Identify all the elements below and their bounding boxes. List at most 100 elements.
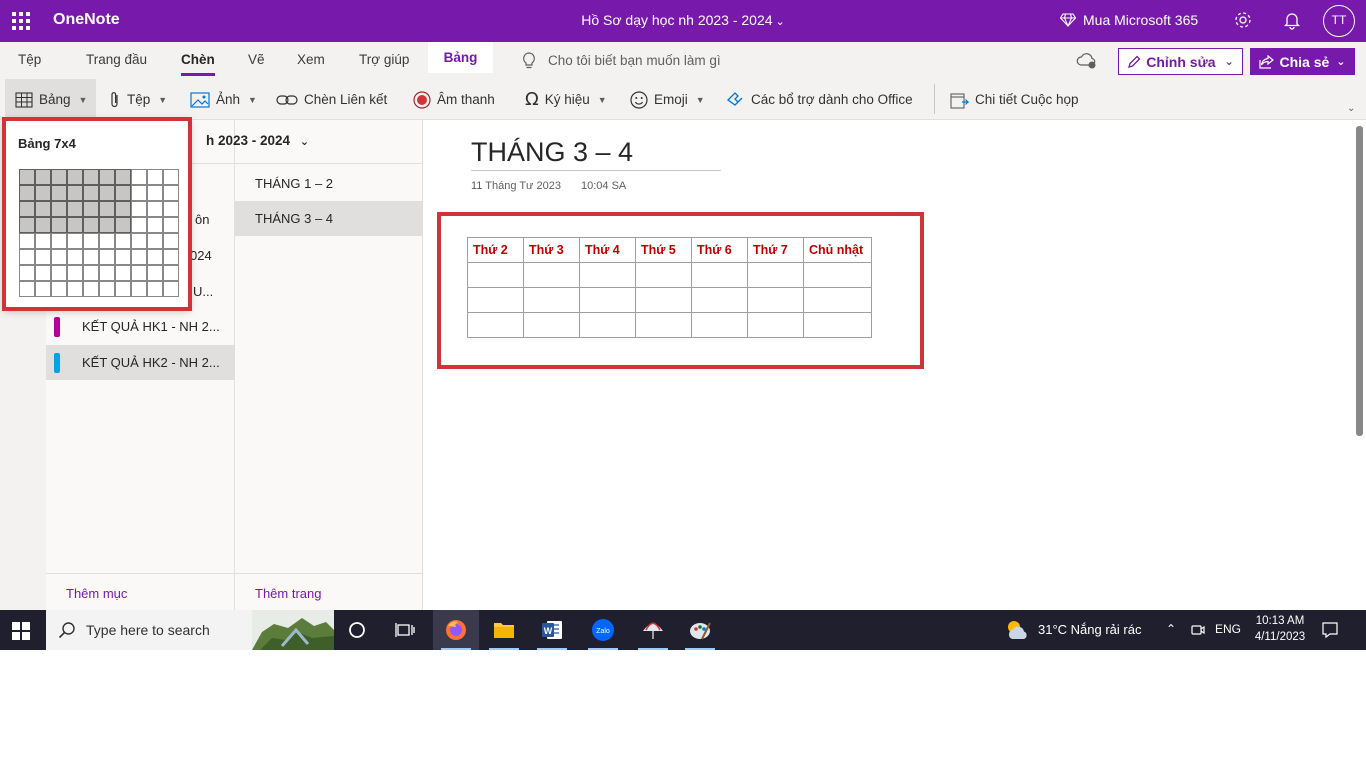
insert-table-button[interactable]: Bảng ▼ xyxy=(5,79,96,120)
document-title[interactable]: Hồ Sơ dạy học nh 2023 - 2024 xyxy=(581,12,772,28)
table-size-cell[interactable] xyxy=(130,184,147,201)
table-cell[interactable] xyxy=(467,312,524,338)
table-size-cell[interactable] xyxy=(34,248,51,265)
table-cell[interactable] xyxy=(579,287,636,313)
table-size-cell[interactable] xyxy=(18,264,35,281)
table-cell[interactable] xyxy=(691,287,748,313)
table-size-cell[interactable] xyxy=(114,216,131,233)
bell-icon[interactable] xyxy=(1282,10,1302,30)
table-header-cell[interactable]: Thứ 6 xyxy=(691,237,748,263)
table-size-cell[interactable] xyxy=(130,280,147,297)
table-size-cell[interactable] xyxy=(34,232,51,249)
share-button[interactable]: Chia sẻ ⌄ xyxy=(1250,48,1355,75)
table-size-cell[interactable] xyxy=(66,216,83,233)
tab-file[interactable]: Tệp xyxy=(18,52,41,67)
table-size-cell[interactable] xyxy=(66,232,83,249)
insert-audio-button[interactable]: Âm thanh xyxy=(413,79,495,120)
insert-file-button[interactable]: Tệp ▼ xyxy=(109,79,167,120)
table-size-cell[interactable] xyxy=(130,248,147,265)
table-header-cell[interactable]: Thứ 2 xyxy=(467,237,524,263)
add-section-link[interactable]: Thêm mục xyxy=(66,586,127,601)
collapse-ribbon-icon[interactable]: ⌄ xyxy=(1347,103,1355,114)
page-item-thang-3-4[interactable]: THÁNG 3 – 4 xyxy=(235,201,422,236)
table-size-cell[interactable] xyxy=(50,280,67,297)
table-size-cell[interactable] xyxy=(162,168,179,185)
file-explorer-icon[interactable] xyxy=(481,610,527,650)
table-size-cell[interactable] xyxy=(50,200,67,217)
table-cell[interactable] xyxy=(579,262,636,288)
office-addins-button[interactable]: Các bổ trợ dành cho Office xyxy=(725,79,913,120)
table-size-cell[interactable] xyxy=(114,168,131,185)
weather-icon[interactable] xyxy=(1005,619,1031,646)
table-size-cell[interactable] xyxy=(98,264,115,281)
table-cell[interactable] xyxy=(747,262,804,288)
table-size-cell[interactable] xyxy=(66,168,83,185)
table-cell[interactable] xyxy=(635,312,692,338)
table-size-cell[interactable] xyxy=(98,200,115,217)
table-cell[interactable] xyxy=(747,287,804,313)
table-size-cell[interactable] xyxy=(50,184,67,201)
windows-start-icon[interactable] xyxy=(12,622,30,640)
table-size-cell[interactable] xyxy=(98,216,115,233)
table-cell[interactable] xyxy=(803,262,872,288)
gear-icon[interactable] xyxy=(1233,10,1253,30)
table-size-grid[interactable] xyxy=(18,168,179,297)
app-icon-paint-umbrella[interactable] xyxy=(630,610,676,650)
table-size-cell[interactable] xyxy=(162,232,179,249)
table-size-cell[interactable] xyxy=(162,184,179,201)
table-header-cell[interactable]: Thứ 4 xyxy=(579,237,636,263)
table-size-cell[interactable] xyxy=(34,216,51,233)
table-size-cell[interactable] xyxy=(18,232,35,249)
table-size-cell[interactable] xyxy=(66,264,83,281)
table-size-cell[interactable] xyxy=(130,168,147,185)
add-page-link[interactable]: Thêm trang xyxy=(255,586,321,601)
notification-icon[interactable] xyxy=(1321,621,1339,644)
weather-text[interactable]: 31°C Nắng rải rác xyxy=(1038,622,1141,637)
table-size-cell[interactable] xyxy=(130,264,147,281)
table-size-cell[interactable] xyxy=(66,200,83,217)
insert-link-button[interactable]: Chèn Liên kết xyxy=(276,79,387,120)
table-size-cell[interactable] xyxy=(82,280,99,297)
edit-button[interactable]: Chỉnh sửa ⌄ xyxy=(1118,48,1243,75)
paint-icon[interactable] xyxy=(677,610,723,650)
table-size-cell[interactable] xyxy=(34,168,51,185)
table-size-cell[interactable] xyxy=(146,248,163,265)
insert-symbol-button[interactable]: Ω Ký hiệu ▼ xyxy=(525,79,607,120)
table-size-cell[interactable] xyxy=(66,280,83,297)
table-cell[interactable] xyxy=(579,312,636,338)
table-size-cell[interactable] xyxy=(82,216,99,233)
table-cell[interactable] xyxy=(635,262,692,288)
table-cell[interactable] xyxy=(635,287,692,313)
tell-me-search[interactable]: Cho tôi biết bạn muốn làm gì xyxy=(522,52,721,69)
cortana-icon[interactable] xyxy=(334,610,380,650)
tab-table[interactable]: Bảng xyxy=(428,42,493,73)
scrollbar-thumb[interactable] xyxy=(1356,126,1363,436)
insert-picture-button[interactable]: Ảnh ▼ xyxy=(190,79,257,120)
table-size-cell[interactable] xyxy=(34,264,51,281)
table-size-cell[interactable] xyxy=(146,168,163,185)
table-size-cell[interactable] xyxy=(18,248,35,265)
zalo-icon[interactable]: Zalo xyxy=(580,610,626,650)
table-size-cell[interactable] xyxy=(146,280,163,297)
word-icon[interactable]: W xyxy=(529,610,575,650)
table-cell[interactable] xyxy=(467,262,524,288)
table-size-cell[interactable] xyxy=(114,232,131,249)
table-header-cell[interactable]: Chủ nhật xyxy=(803,237,872,263)
table-size-cell[interactable] xyxy=(130,216,147,233)
table-cell[interactable] xyxy=(523,287,580,313)
table-size-cell[interactable] xyxy=(18,184,35,201)
buy-microsoft-365-link[interactable]: Mua Microsoft 365 xyxy=(1060,12,1198,28)
table-size-cell[interactable] xyxy=(82,248,99,265)
table-size-cell[interactable] xyxy=(162,200,179,217)
task-view-icon[interactable] xyxy=(382,610,428,650)
table-size-cell[interactable] xyxy=(114,184,131,201)
notebook-title-button[interactable]: h 2023 - 2024 ⌄ xyxy=(206,133,309,148)
tab-help[interactable]: Trợ giúp xyxy=(359,52,409,67)
system-clock[interactable]: 10:13 AM 4/11/2023 xyxy=(1250,613,1310,645)
table-size-cell[interactable] xyxy=(146,216,163,233)
table-size-cell[interactable] xyxy=(18,216,35,233)
table-size-cell[interactable] xyxy=(66,184,83,201)
table-cell[interactable] xyxy=(803,287,872,313)
table-size-cell[interactable] xyxy=(146,184,163,201)
table-cell[interactable] xyxy=(803,312,872,338)
